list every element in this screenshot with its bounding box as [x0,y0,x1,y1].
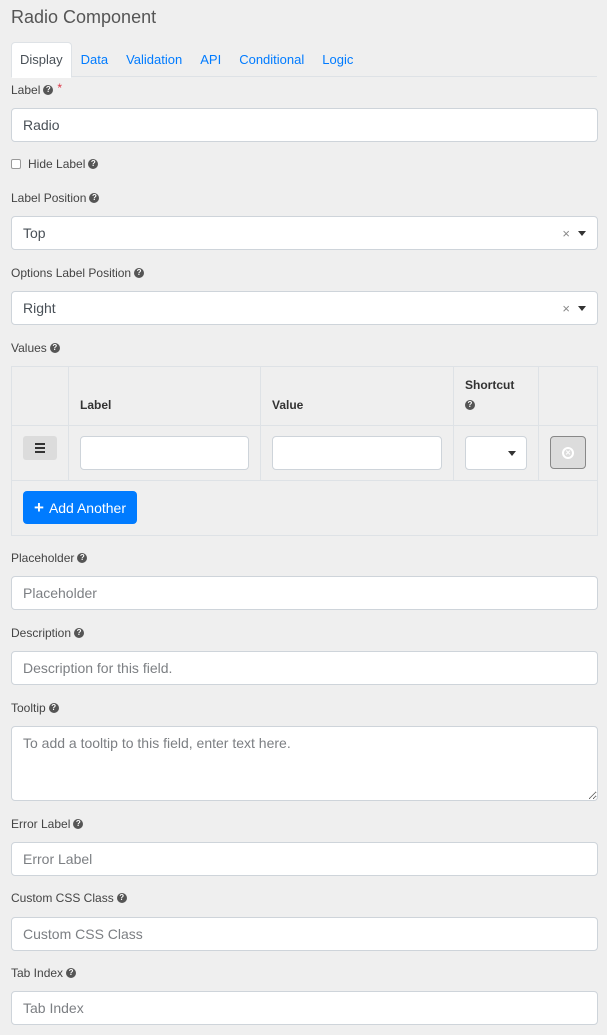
remove-circle-icon: ✕ [562,446,574,459]
tab-data[interactable]: Data [72,42,117,77]
help-icon[interactable]: ? [73,819,84,829]
help-icon[interactable]: ? [43,85,54,95]
add-another-button[interactable]: + Add Another [23,491,137,524]
options-label-position-value: Right [23,300,56,316]
row-shortcut-cell [454,426,539,480]
clear-icon[interactable]: × [562,226,570,241]
help-icon[interactable]: ? [77,553,88,563]
help-icon[interactable]: ? [465,400,475,410]
remove-row-button[interactable]: ✕ [550,436,586,469]
header-shortcut-cell: Shortcut ? [454,367,539,425]
required-mark: * [57,81,63,95]
help-icon[interactable]: ? [116,893,127,903]
header-value-cell: Value [261,367,454,425]
tab-logic[interactable]: Logic [313,42,362,77]
row-label-input[interactable] [80,436,249,470]
page-title: Radio Component [11,7,157,27]
values-label: Values ? [11,341,60,355]
row-value-input[interactable] [272,436,442,470]
help-icon[interactable]: ? [88,159,99,169]
options-label-position-select[interactable]: Right × [11,291,598,325]
tab-validation[interactable]: Validation [117,42,191,77]
description-label: Description ? [11,626,85,640]
help-icon[interactable]: ? [48,703,59,713]
plus-icon: + [34,498,44,517]
tab-index-label: Tab Index ? [11,966,77,980]
description-input[interactable] [11,651,598,685]
error-label-label: Error Label ? [11,817,84,831]
clear-icon[interactable]: × [562,301,570,316]
drag-handle-icon[interactable] [23,436,57,460]
tab-conditional[interactable]: Conditional [230,42,313,77]
drag-cell [12,426,69,480]
placeholder-input[interactable] [11,576,598,610]
tab-index-input[interactable] [11,991,598,1025]
caret-down-icon [508,450,516,456]
custom-css-input[interactable] [11,917,598,951]
help-icon[interactable]: ? [74,628,85,638]
label-input[interactable] [11,108,598,142]
label-position-value: Top [23,225,46,241]
error-label-input[interactable] [11,842,598,876]
help-icon[interactable]: ? [66,968,77,978]
tab-display[interactable]: Display [11,42,72,78]
values-table: Label Value Shortcut ? ✕ + Add Another [11,366,598,536]
tooltip-textarea[interactable] [11,726,598,801]
caret-down-icon[interactable] [578,230,586,236]
help-icon[interactable]: ? [49,343,60,353]
options-label-position-label: Options Label Position ? [11,266,145,280]
custom-css-label: Custom CSS Class ? [11,891,127,905]
header-label-cell: Label [69,367,261,425]
label-field-label: Label ? * [11,81,63,97]
values-table-row: ✕ [12,426,597,481]
help-icon[interactable]: ? [134,268,145,278]
placeholder-label: Placeholder ? [11,551,88,565]
values-header-row: Label Value Shortcut ? [12,367,597,426]
label-position-label: Label Position ? [11,191,100,205]
label-position-select[interactable]: Top × [11,216,598,250]
hide-label-row: Hide Label ? [11,157,99,171]
caret-down-icon[interactable] [578,305,586,311]
row-label-cell [69,426,261,480]
hide-label-checkbox[interactable] [11,159,21,169]
tab-api[interactable]: API [191,42,230,77]
row-shortcut-select[interactable] [465,436,527,470]
tooltip-label: Tooltip ? [11,701,59,715]
help-icon[interactable]: ? [89,193,100,203]
tab-bar: Display Data Validation API Conditional … [11,42,597,78]
header-drag-cell [12,367,69,425]
row-value-cell [261,426,454,480]
